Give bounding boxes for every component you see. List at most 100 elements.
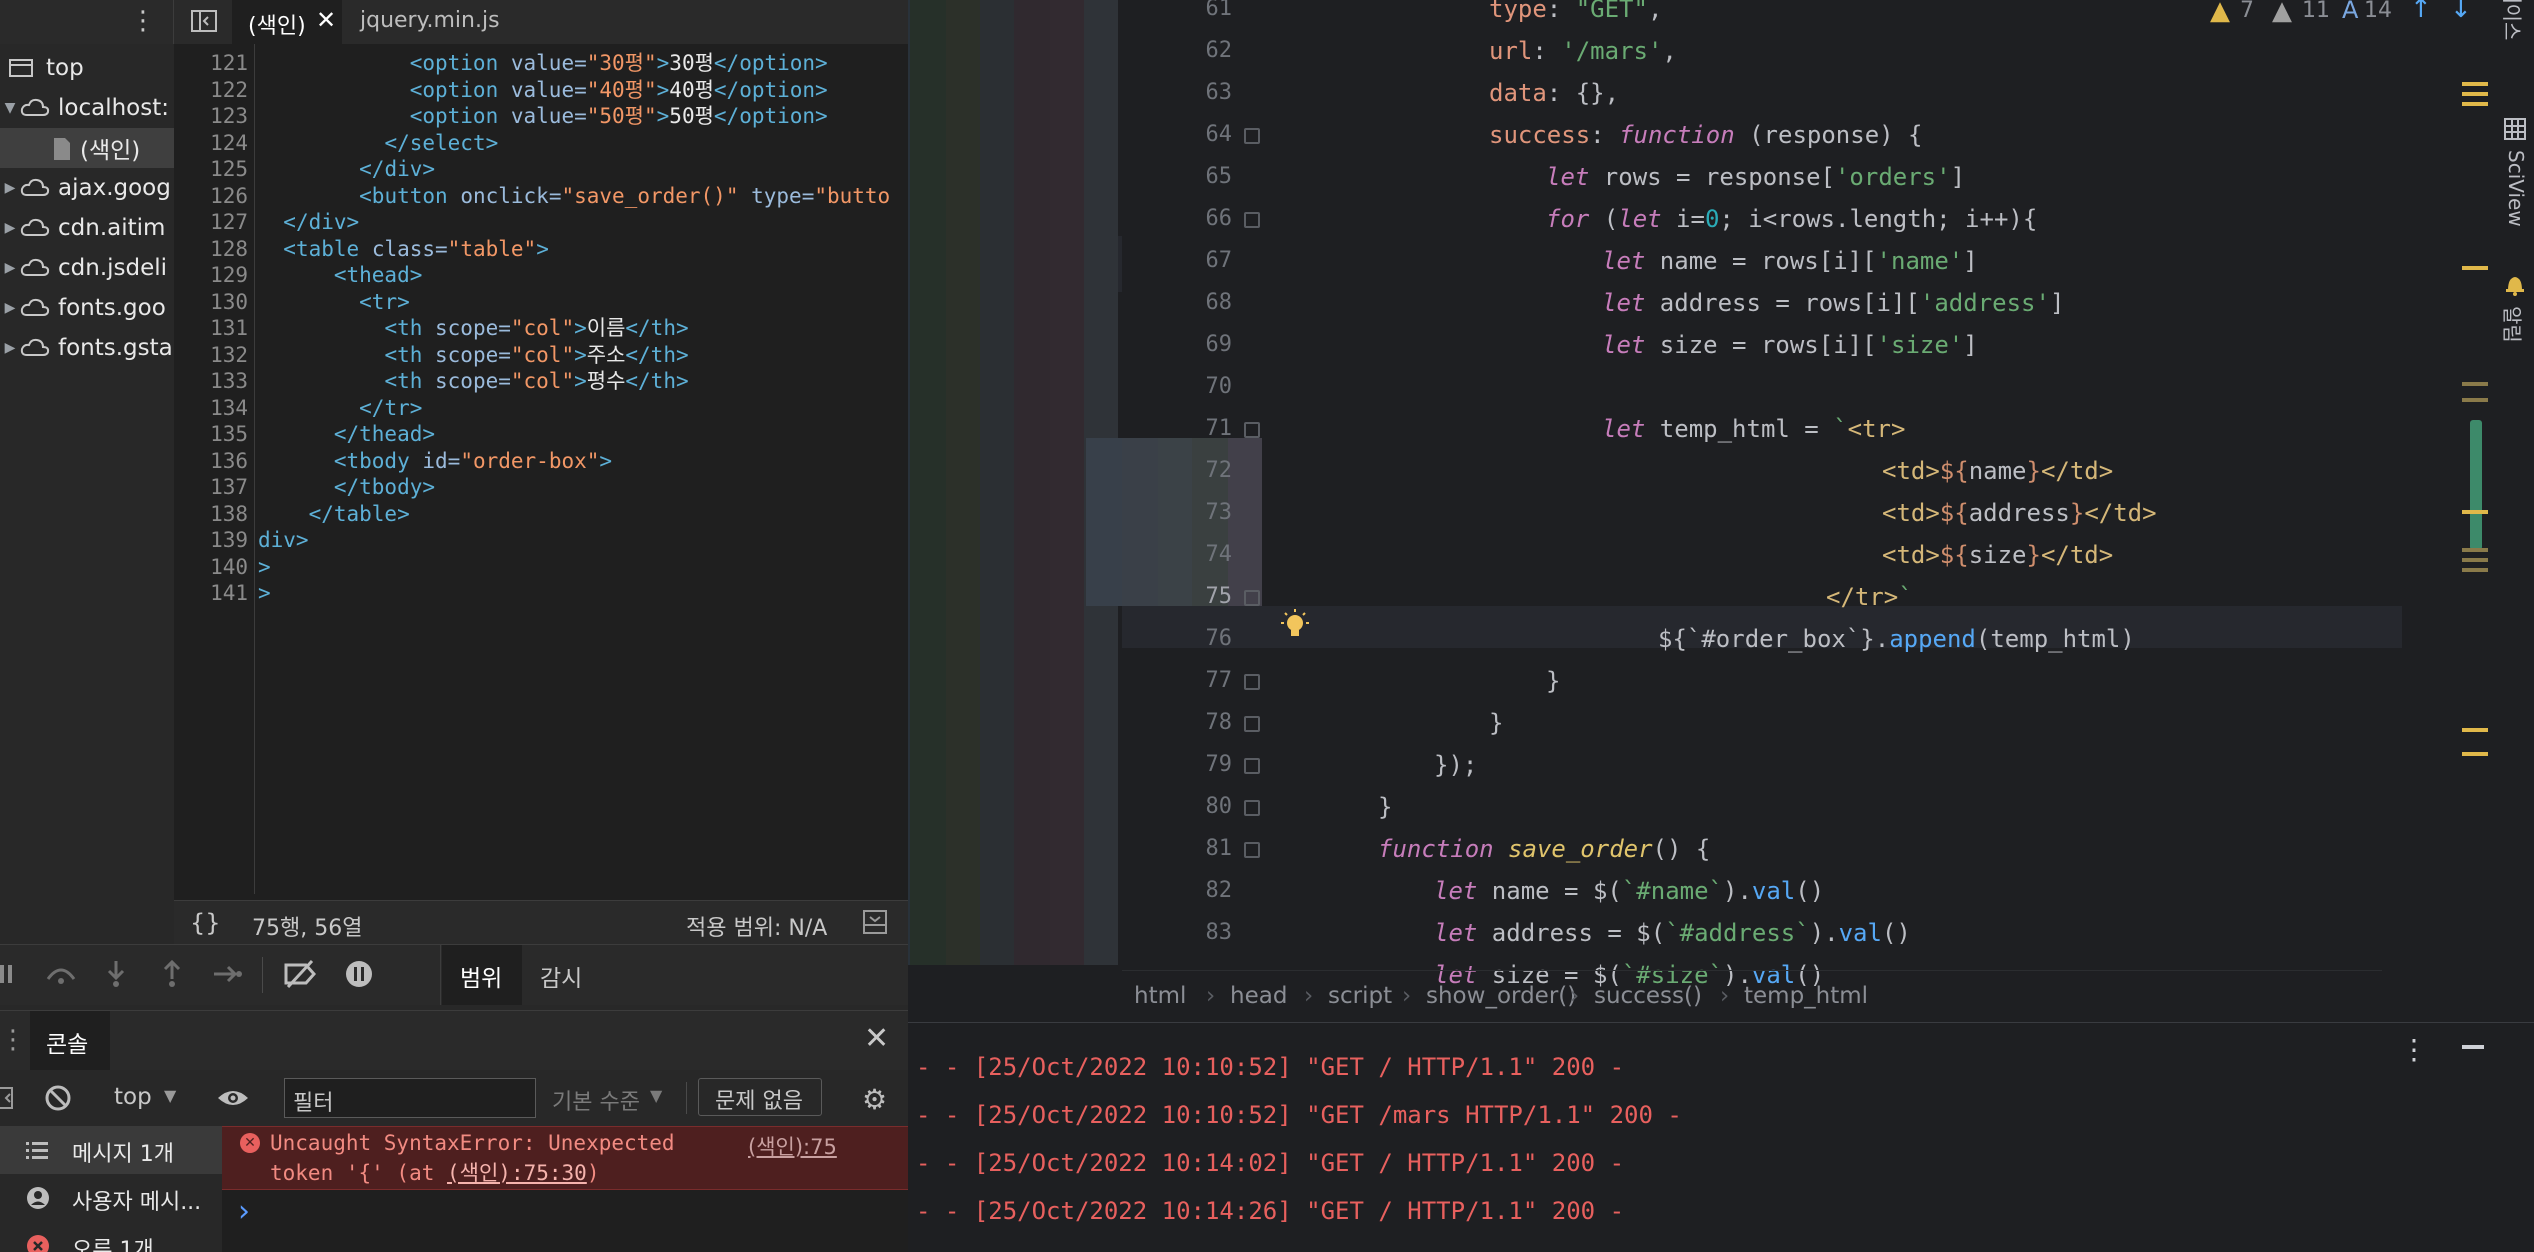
navigator-item[interactable]: ▶ ajax.goog [0, 168, 174, 208]
line-number[interactable]: 66 [1122, 198, 1233, 240]
collapse-arrow-icon[interactable]: ▶ [0, 260, 20, 276]
sidebar-toggle-icon[interactable] [0, 1086, 16, 1110]
fold-marker-icon[interactable] [1244, 716, 1260, 732]
step-into-icon[interactable] [104, 959, 128, 989]
line-number[interactable]: 139 [174, 527, 248, 554]
step-over-icon[interactable] [44, 961, 78, 987]
drawer-menu-icon[interactable]: ⋮ [0, 1025, 26, 1055]
close-tab-icon[interactable]: ✕ [316, 6, 336, 34]
line-number[interactable]: 61 [1122, 0, 1233, 30]
navigator-item[interactable]: ▶ fonts.goo [0, 288, 174, 328]
inspection-widget[interactable]: ▲ 7 ▲ 11 A 14 ↑ ↓ [2210, 0, 2480, 26]
database-tool-tab[interactable]: 데이터베이스 [2499, 0, 2528, 40]
fold-marker-icon[interactable] [1244, 800, 1260, 816]
pause-icon[interactable] [0, 963, 14, 985]
line-number[interactable]: 124 [174, 130, 248, 157]
stripe-marker[interactable] [2462, 398, 2488, 402]
line-number[interactable]: 140 [174, 554, 248, 581]
stripe-marker[interactable] [2462, 92, 2488, 96]
source-editor[interactable]: 121 <option value="30평">30평</option> 122 … [174, 44, 908, 900]
log-level-selector[interactable]: 기본 수준 ▼ [552, 1082, 672, 1115]
line-number[interactable]: 133 [174, 368, 248, 395]
deactivate-breakpoints-icon[interactable] [282, 959, 318, 989]
collapse-arrow-icon[interactable]: ▶ [0, 340, 20, 356]
notifications-tool-tab[interactable]: 알림 [2499, 306, 2528, 343]
line-number[interactable]: 71 [1122, 408, 1233, 450]
line-number[interactable]: 67 [1122, 240, 1233, 282]
collapse-arrow-icon[interactable]: ▶ [0, 220, 20, 236]
expand-arrow-icon[interactable]: ▼ [0, 100, 20, 116]
navigator-item[interactable]: ▶ cdn.aitim [0, 208, 174, 248]
line-number[interactable]: 83 [1122, 912, 1233, 954]
console-error-message[interactable]: ✕ Uncaught SyntaxError: Unexpected token… [222, 1126, 908, 1190]
line-number[interactable]: 65 [1122, 156, 1233, 198]
fold-marker-icon[interactable] [1244, 422, 1260, 438]
line-number[interactable]: 77 [1122, 660, 1233, 702]
stripe-marker[interactable] [2462, 82, 2488, 86]
toggle-debugger-icon[interactable] [862, 909, 888, 935]
line-number[interactable]: 68 [1122, 282, 1233, 324]
line-number[interactable]: 125 [174, 156, 248, 183]
line-number[interactable]: 79 [1122, 744, 1233, 786]
issues-button[interactable]: 문제 없음 [698, 1078, 822, 1116]
next-highlight-icon[interactable]: ↓ [2450, 0, 2472, 24]
stripe-marker[interactable] [2462, 728, 2488, 732]
more-options-icon[interactable]: ⋮ [130, 6, 156, 36]
line-number[interactable]: 121 [174, 50, 248, 77]
step-out-icon[interactable] [160, 959, 184, 989]
previous-highlight-icon[interactable]: ↑ [2410, 0, 2432, 24]
step-icon[interactable] [212, 961, 242, 987]
stripe-marker[interactable] [2462, 558, 2488, 562]
line-number[interactable]: 70 [1122, 366, 1233, 408]
line-number[interactable]: 123 [174, 103, 248, 130]
line-number[interactable]: 127 [174, 209, 248, 236]
eye-icon[interactable] [216, 1086, 250, 1110]
breadcrumb-item[interactable]: show_order() [1426, 983, 1576, 1009]
line-number[interactable]: 141 [174, 580, 248, 607]
lightbulb-icon[interactable] [1280, 606, 1310, 648]
fold-marker-icon[interactable] [1244, 128, 1260, 144]
console-sidebar-item[interactable]: 메시지 1개 [0, 1126, 222, 1174]
stripe-marker[interactable] [2462, 548, 2488, 552]
fold-marker-icon[interactable] [1244, 590, 1260, 606]
breadcrumb-item[interactable]: html [1134, 983, 1186, 1009]
line-number[interactable]: 75 [1122, 576, 1233, 618]
stripe-marker[interactable] [2462, 568, 2488, 572]
line-number[interactable]: 135 [174, 421, 248, 448]
hide-panel-icon[interactable] [2462, 1045, 2484, 1049]
stripe-marker[interactable] [2462, 382, 2488, 386]
navigator-item[interactable]: ▶ fonts.gsta [0, 328, 174, 368]
error-location-link[interactable]: (색인):75:30 [447, 1161, 587, 1185]
line-number[interactable]: 73 [1122, 492, 1233, 534]
clear-console-icon[interactable] [44, 1084, 72, 1112]
breadcrumb-item[interactable]: script [1328, 983, 1392, 1009]
line-number[interactable]: 72 [1122, 450, 1233, 492]
filter-input[interactable]: 필터 [284, 1078, 536, 1118]
line-number[interactable]: 80 [1122, 786, 1233, 828]
pause-on-exceptions-icon[interactable] [344, 959, 374, 989]
scroll-thumb[interactable] [2470, 420, 2482, 550]
pretty-print-icon[interactable]: {} [190, 909, 221, 937]
line-number[interactable]: 122 [174, 77, 248, 104]
stripe-marker[interactable] [2462, 102, 2488, 106]
collapse-arrow-icon[interactable]: ▶ [0, 180, 20, 196]
breadcrumb-item[interactable]: head [1230, 983, 1287, 1009]
notification-bell-icon[interactable] [2504, 272, 2526, 296]
line-number[interactable]: 126 [174, 183, 248, 210]
tab-scope[interactable]: 범위 [442, 945, 522, 1005]
sciview-tool-tab[interactable]: SciView [2504, 150, 2528, 227]
close-drawer-icon[interactable]: ✕ [864, 1021, 889, 1056]
line-number[interactable]: 130 [174, 289, 248, 316]
line-number[interactable]: 69 [1122, 324, 1233, 366]
navigator-item[interactable]: top [0, 48, 174, 88]
breadcrumb-item[interactable]: success() [1594, 983, 1702, 1009]
line-number[interactable]: 138 [174, 501, 248, 528]
line-number[interactable]: 131 [174, 315, 248, 342]
fold-marker-icon[interactable] [1244, 758, 1260, 774]
line-number[interactable]: 132 [174, 342, 248, 369]
fold-marker-icon[interactable] [1244, 674, 1260, 690]
navigator-item[interactable]: (색인) [0, 128, 174, 168]
stripe-marker[interactable] [2462, 752, 2488, 756]
navigator-item[interactable]: ▼ localhost: [0, 88, 174, 128]
fold-marker-icon[interactable] [1244, 212, 1260, 228]
